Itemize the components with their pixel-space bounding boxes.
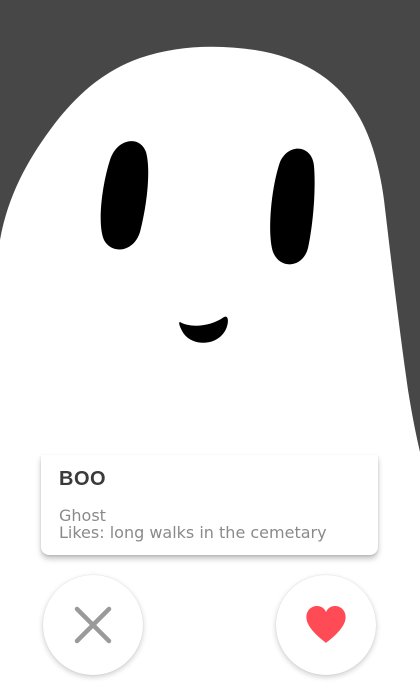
profile-photo[interactable] (0, 0, 420, 455)
heart-icon (306, 606, 346, 643)
profile-likes: Likes: long walks in the cemetary (59, 523, 327, 542)
like-button[interactable] (276, 575, 376, 675)
profile-info-card: BOO Ghost Likes: long walks in the cemet… (41, 455, 378, 555)
close-icon (74, 606, 112, 644)
dislike-button[interactable] (43, 575, 143, 675)
ghost-illustration (0, 0, 420, 455)
profile-species: Ghost (59, 506, 106, 525)
profile-screen: BOO Ghost Likes: long walks in the cemet… (0, 0, 420, 700)
profile-name: BOO (59, 468, 107, 490)
